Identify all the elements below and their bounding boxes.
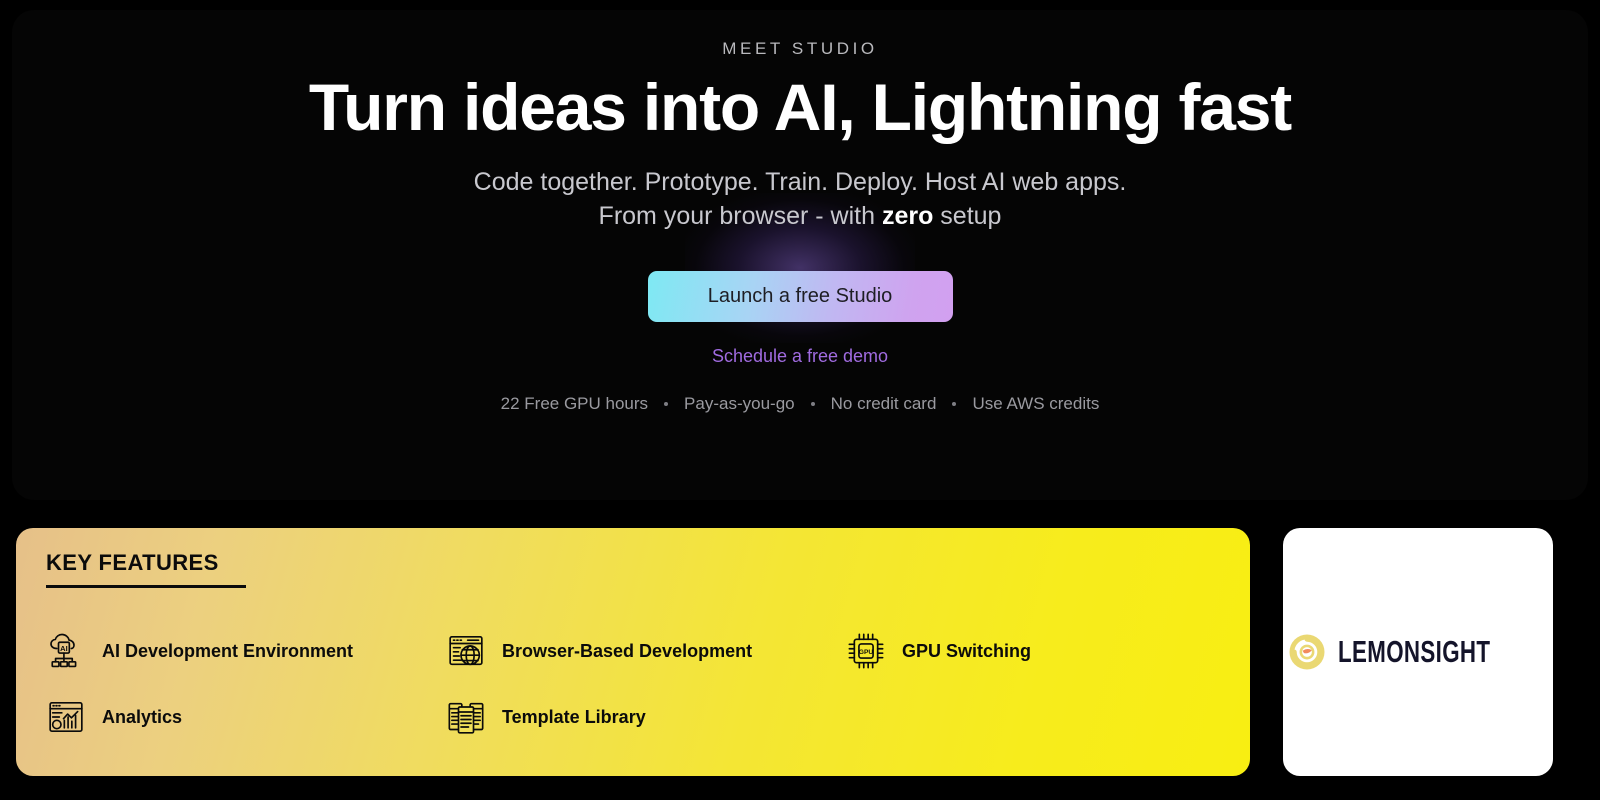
hero-subhead-line2: From your browser - with zero setup bbox=[474, 199, 1127, 234]
schedule-demo-link[interactable]: Schedule a free demo bbox=[712, 346, 888, 367]
feature-item-template-library[interactable]: Template Library bbox=[446, 697, 846, 737]
feature-grid: AI AI Development Environment Browser-Ba… bbox=[46, 631, 1220, 737]
perks-list: 22 Free GPU hours Pay-as-you-go No credi… bbox=[501, 394, 1100, 414]
gpu-chip-icon: GPU bbox=[848, 633, 884, 669]
feature-label: AI Development Environment bbox=[102, 640, 354, 661]
subhead-text-after: setup bbox=[933, 202, 1002, 231]
key-features-title: KEY FEATURES bbox=[46, 550, 219, 575]
perk-item: 22 Free GPU hours bbox=[500, 393, 649, 413]
key-features-card: KEY FEATURES AI AI Development Environme… bbox=[16, 528, 1250, 776]
brand-logo-card: LEMONSIGHT bbox=[1283, 528, 1553, 776]
bullet-dot-icon bbox=[952, 401, 957, 406]
perk-item: Use AWS credits bbox=[972, 393, 1100, 413]
title-underline bbox=[46, 585, 246, 588]
feature-item-analytics[interactable]: Analytics bbox=[46, 697, 446, 737]
hero-card: MEET STUDIO Turn ideas into AI, Lightnin… bbox=[12, 10, 1588, 500]
hero-subhead: Code together. Prototype. Train. Deploy.… bbox=[474, 165, 1127, 234]
page-root: MEET STUDIO Turn ideas into AI, Lightnin… bbox=[0, 0, 1600, 800]
feature-label: Template Library bbox=[502, 706, 646, 727]
feature-item-browser-based-development[interactable]: Browser-Based Development bbox=[446, 631, 846, 671]
perk-item: Pay-as-you-go bbox=[684, 393, 795, 413]
subhead-emphasis: zero bbox=[881, 202, 934, 231]
feature-label: GPU Switching bbox=[902, 640, 1032, 661]
ai-cloud-icon: AI bbox=[50, 633, 77, 668]
feature-label: Browser-Based Development bbox=[502, 640, 753, 661]
hero-content: MEET STUDIO Turn ideas into AI, Lightnin… bbox=[12, 10, 1588, 500]
brand-wordmark: LEMONSIGHT bbox=[1338, 634, 1491, 669]
perk-item: No credit card bbox=[830, 393, 937, 413]
page-title: Turn ideas into AI, Lightning fast bbox=[308, 70, 1292, 144]
feature-item-ai-development-environment[interactable]: AI AI Development Environment bbox=[46, 631, 446, 671]
launch-studio-button[interactable]: Launch a free Studio bbox=[647, 270, 953, 322]
hero-eyebrow: MEET STUDIO bbox=[722, 39, 878, 58]
feature-item-gpu-switching[interactable]: GPU GPU Switching bbox=[846, 631, 1220, 671]
template-windows-icon bbox=[448, 702, 484, 734]
bullet-dot-icon bbox=[810, 401, 815, 406]
svg-text:AI: AI bbox=[60, 644, 67, 653]
hero-subhead-line1: Code together. Prototype. Train. Deploy.… bbox=[473, 167, 1127, 196]
bullet-dot-icon bbox=[664, 401, 669, 406]
analytics-chart-icon bbox=[49, 702, 83, 732]
feature-label: Analytics bbox=[102, 706, 183, 727]
svg-text:GPU: GPU bbox=[859, 649, 874, 656]
lemon-spiral-icon bbox=[1289, 634, 1325, 670]
browser-globe-icon bbox=[449, 636, 483, 666]
subhead-text-before: From your browser - with bbox=[598, 202, 882, 231]
